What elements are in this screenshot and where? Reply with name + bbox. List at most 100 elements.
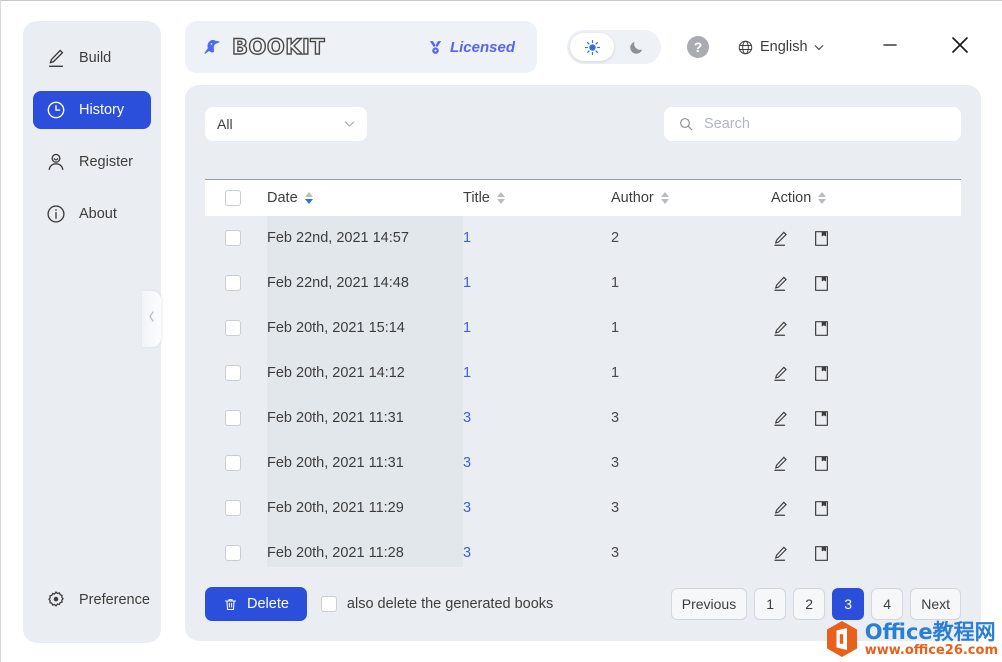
pagination-page-2[interactable]: 2	[793, 588, 826, 620]
pagination-previous[interactable]: Previous	[670, 588, 748, 620]
sidebar-item-about[interactable]: About	[33, 195, 151, 233]
category-select[interactable]: All	[205, 107, 367, 141]
cell-checkbox	[205, 305, 267, 351]
sidebar-collapse-handle[interactable]	[142, 291, 161, 347]
table-row[interactable]: Feb 20th, 2021 11:29 3 3	[205, 485, 961, 531]
th-author[interactable]: Author	[611, 179, 771, 216]
th-action[interactable]: Action	[771, 179, 961, 216]
row-checkbox[interactable]	[225, 320, 241, 336]
brand-name: BOOKIT	[231, 34, 326, 59]
table-row[interactable]: Feb 20th, 2021 11:31 3 3	[205, 440, 961, 486]
help-button[interactable]: ?	[687, 36, 709, 58]
chevron-down-icon	[344, 120, 355, 128]
book-icon[interactable]	[812, 319, 831, 338]
title-link[interactable]: 3	[463, 410, 471, 426]
sort-icon-action[interactable]	[818, 191, 827, 204]
language-selector[interactable]: English	[737, 39, 824, 56]
book-icon[interactable]	[812, 499, 831, 518]
info-icon	[45, 203, 67, 225]
close-button[interactable]	[947, 34, 973, 60]
book-icon[interactable]	[812, 229, 831, 248]
sidebar-item-build[interactable]: Build	[33, 39, 151, 77]
cell-checkbox	[205, 530, 267, 567]
table-head: Date Title Author Action	[205, 179, 961, 216]
minimize-icon	[880, 35, 900, 60]
title-link[interactable]: 1	[463, 365, 471, 381]
table-row[interactable]: Feb 20th, 2021 11:31 3 3	[205, 395, 961, 441]
table-row[interactable]: Feb 20th, 2021 15:14 1 1	[205, 305, 961, 351]
row-checkbox[interactable]	[225, 500, 241, 516]
edit-pencil-icon[interactable]	[771, 319, 790, 338]
also-delete-checkbox[interactable]	[320, 596, 337, 612]
row-checkbox[interactable]	[225, 410, 241, 426]
gear-icon	[45, 589, 67, 611]
title-link[interactable]: 3	[463, 455, 471, 471]
row-checkbox[interactable]	[225, 230, 241, 246]
book-icon[interactable]	[812, 274, 831, 293]
book-icon[interactable]	[812, 409, 831, 428]
title-link[interactable]: 1	[463, 320, 471, 336]
sort-icon-date[interactable]	[304, 191, 313, 204]
title-link[interactable]: 1	[463, 275, 471, 291]
edit-pencil-icon[interactable]	[771, 499, 790, 518]
cell-date: Feb 20th, 2021 11:28	[267, 530, 463, 567]
cell-date: Feb 20th, 2021 11:31	[267, 395, 463, 441]
search-icon	[678, 116, 694, 132]
theme-option-light[interactable]	[570, 33, 614, 61]
sidebar-item-history[interactable]: History	[33, 91, 151, 129]
moon-icon	[628, 39, 645, 56]
search-input[interactable]	[704, 116, 947, 132]
edit-pencil-icon[interactable]	[771, 364, 790, 383]
sidebar-item-preference[interactable]: Preference	[33, 581, 151, 619]
row-checkbox[interactable]	[225, 275, 241, 291]
sort-icon-title[interactable]	[496, 191, 505, 204]
cell-date: Feb 20th, 2021 15:14	[267, 305, 463, 351]
also-delete-label: also delete the generated books	[346, 596, 554, 612]
pagination-next[interactable]: Next	[910, 588, 961, 620]
title-link[interactable]: 1	[463, 230, 471, 246]
cell-author: 2	[611, 215, 771, 261]
pagination-page-1[interactable]: 1	[754, 588, 787, 620]
cell-title: 3	[463, 530, 611, 567]
sort-icon-author[interactable]	[660, 191, 669, 204]
delete-button[interactable]: Delete	[205, 587, 307, 621]
sidebar-item-label: Build	[79, 49, 112, 66]
sidebar-item-label: About	[79, 205, 117, 222]
cell-author: 3	[611, 485, 771, 531]
row-checkbox[interactable]	[225, 455, 241, 471]
pagination-page-3[interactable]: 3	[832, 588, 865, 620]
pagination-page-4[interactable]: 4	[871, 588, 904, 620]
minimize-button[interactable]	[877, 34, 903, 60]
sidebar-item-register[interactable]: Register	[33, 143, 151, 181]
table-row[interactable]: Feb 20th, 2021 11:28 3 3	[205, 530, 961, 567]
cell-action	[771, 395, 961, 441]
th-title[interactable]: Title	[463, 179, 611, 216]
medal-icon	[427, 39, 444, 56]
search-box[interactable]	[664, 107, 961, 141]
edit-pencil-icon[interactable]	[771, 454, 790, 473]
select-all-checkbox[interactable]	[225, 189, 241, 206]
edit-pencil-icon[interactable]	[771, 229, 790, 248]
edit-pencil-icon[interactable]	[771, 274, 790, 293]
title-link[interactable]: 3	[463, 500, 471, 516]
book-icon[interactable]	[812, 364, 831, 383]
cell-author: 3	[611, 530, 771, 567]
row-checkbox[interactable]	[225, 545, 241, 561]
license-label: Licensed	[449, 38, 515, 56]
cell-title: 1	[463, 305, 611, 351]
table-row[interactable]: Feb 22nd, 2021 14:48 1 1	[205, 260, 961, 306]
theme-toggle[interactable]	[567, 30, 661, 64]
pagination: Previous 1 2 3 4 Next	[670, 588, 961, 620]
edit-pencil-icon[interactable]	[771, 544, 790, 563]
table-row[interactable]: Feb 20th, 2021 14:12 1 1	[205, 350, 961, 396]
row-checkbox[interactable]	[225, 365, 241, 381]
also-delete-generated-books[interactable]: also delete the generated books	[320, 596, 554, 612]
th-date[interactable]: Date	[267, 179, 463, 216]
theme-option-dark[interactable]	[614, 33, 658, 61]
sidebar-bottom: Preference	[23, 581, 161, 619]
book-icon[interactable]	[812, 544, 831, 563]
edit-pencil-icon[interactable]	[771, 409, 790, 428]
title-link[interactable]: 3	[463, 545, 471, 561]
table-row[interactable]: Feb 22nd, 2021 14:57 1 2	[205, 215, 961, 261]
book-icon[interactable]	[812, 454, 831, 473]
